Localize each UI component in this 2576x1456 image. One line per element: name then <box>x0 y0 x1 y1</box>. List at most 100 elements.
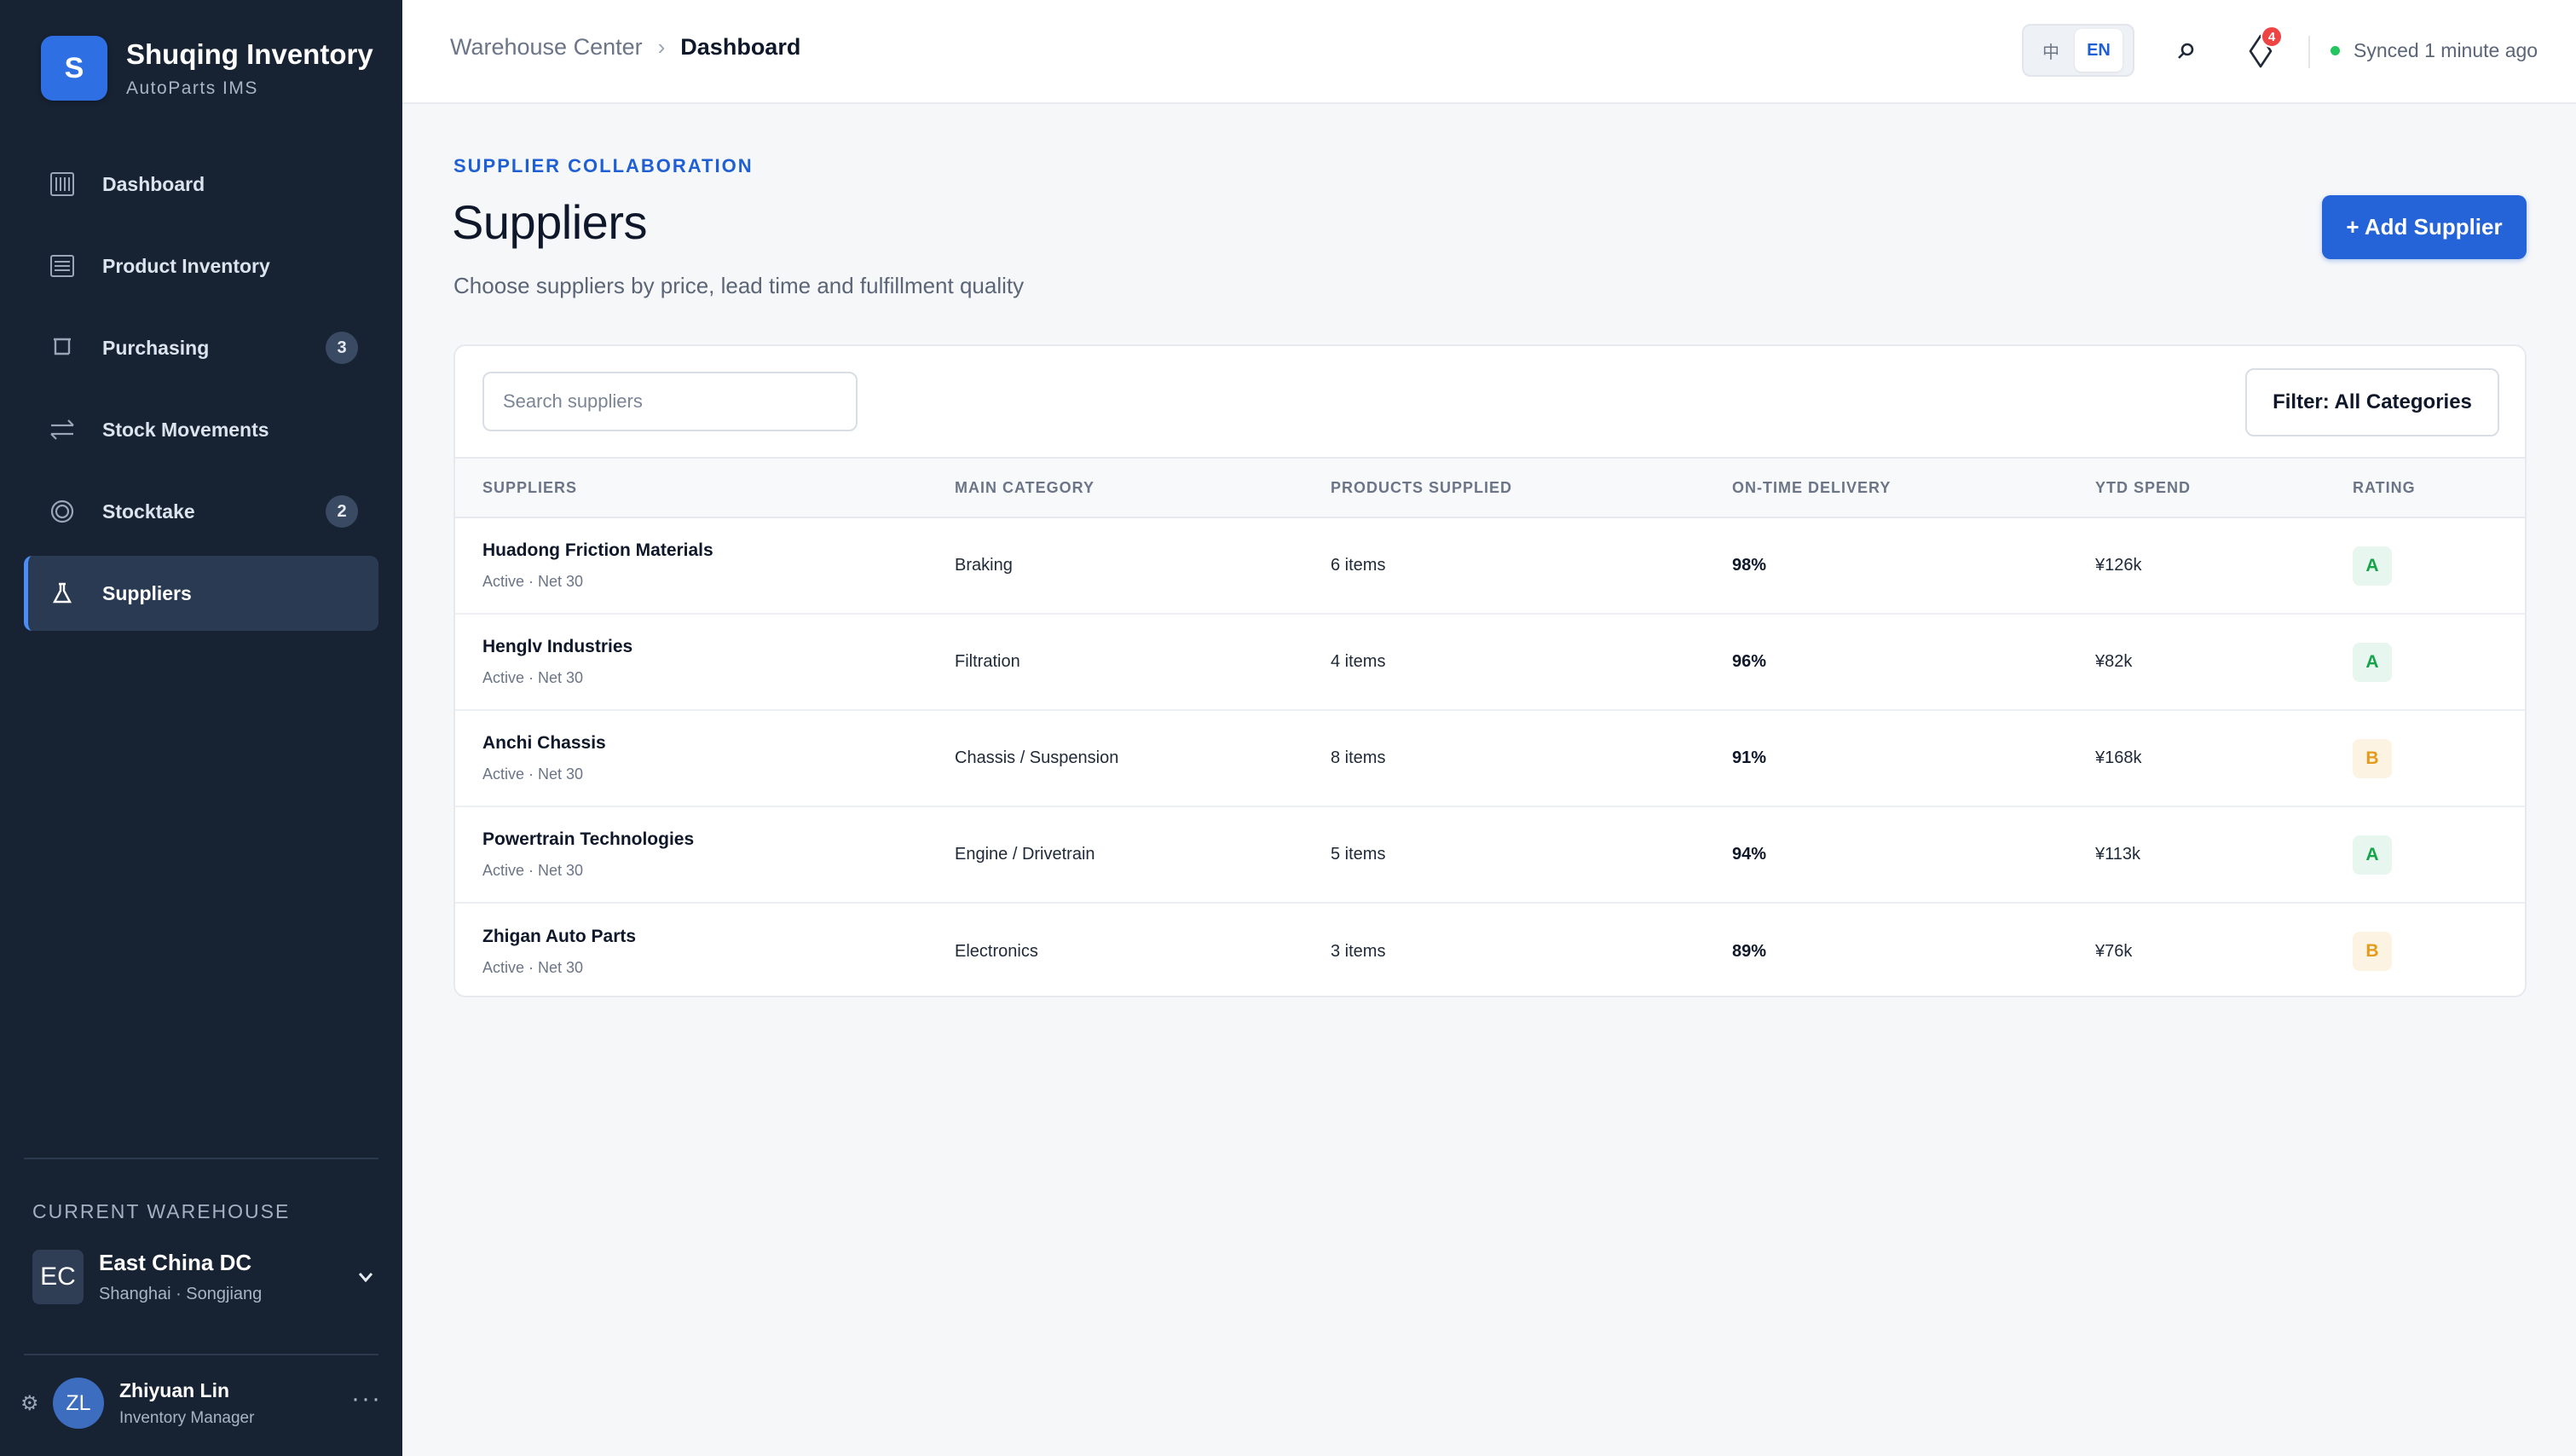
products-supplied: 5 items <box>1331 845 1386 864</box>
supplier-name[interactable]: Zhigan Auto Parts <box>482 927 955 947</box>
search-icon[interactable] <box>2169 34 2203 68</box>
column-header-products-supplied[interactable]: PRODUCTS SUPPLIED <box>1331 458 1732 517</box>
sidebar-item-label: Product Inventory <box>102 254 270 277</box>
rating-badge: A <box>2353 546 2392 586</box>
user-profile[interactable]: ⚙ ZL Zhiyuan Lin Inventory Manager ··· <box>20 1378 382 1429</box>
sidebar-item-suppliers[interactable]: Suppliers <box>24 556 378 631</box>
ytd-spend: ¥82k <box>2095 652 2133 671</box>
sidebar-item-product-inventory[interactable]: Product Inventory <box>24 228 378 303</box>
column-header-ytd-spend[interactable]: YTD SPEND <box>2095 458 2353 517</box>
supplier-name[interactable]: Huadong Friction Materials <box>482 540 955 561</box>
chevron-right-icon: › <box>657 34 666 60</box>
table-row[interactable]: Huadong Friction Materials Active · Net 3… <box>455 517 2525 614</box>
notification-icon[interactable]: 4 <box>2242 26 2283 72</box>
rating-badge: A <box>2353 835 2392 875</box>
warehouse-caption: CURRENT WAREHOUSE <box>32 1200 291 1222</box>
table-row[interactable]: Zhigan Auto Parts Active · Net 30 Electro… <box>455 903 2525 996</box>
main-category: Braking <box>955 556 1013 575</box>
supplier-meta: Active · Net 30 <box>482 669 584 686</box>
rating-badge: B <box>2353 932 2392 971</box>
products-supplied: 6 items <box>1331 556 1386 575</box>
sidebar-item-purchasing[interactable]: Purchasing 3 <box>24 310 378 385</box>
supplier-name[interactable]: Henglv Industries <box>482 637 955 657</box>
on-time-delivery: 89% <box>1732 941 1767 961</box>
lang-en-option[interactable]: EN <box>2075 29 2123 72</box>
products-supplied: 8 items <box>1331 748 1386 767</box>
supplier-name[interactable]: Powertrain Technologies <box>482 829 955 850</box>
column-header-on-time-delivery[interactable]: ON-TIME DELIVERY <box>1732 458 2095 517</box>
grid-icon <box>48 170 77 199</box>
sidebar-item-stock-movements[interactable]: Stock Movements <box>24 392 378 467</box>
sidebar-item-label: Purchasing <box>102 336 210 359</box>
brand-subtitle: AutoParts IMS <box>126 78 258 98</box>
suppliers-table: SUPPLIERS MAIN CATEGORY PRODUCTS SUPPLIE… <box>455 457 2525 996</box>
sidebar-item-stocktake[interactable]: Stocktake 2 <box>24 474 378 549</box>
column-header-rating[interactable]: RATING <box>2353 458 2525 517</box>
brand-logo: S <box>41 36 107 101</box>
sidebar-item-label: Stocktake <box>102 500 195 523</box>
sidebar-divider <box>24 1158 378 1159</box>
products-supplied: 3 items <box>1331 941 1386 961</box>
cart-icon <box>48 333 77 362</box>
main-category: Chassis / Suspension <box>955 748 1119 767</box>
sidebar-item-label: Dashboard <box>102 172 205 195</box>
supplier-meta: Active · Net 30 <box>482 862 584 879</box>
status-dot-icon <box>2331 46 2340 55</box>
warehouse-location: Shanghai · Songjiang <box>99 1285 263 1303</box>
topbar-divider <box>2308 36 2310 68</box>
table-row[interactable]: Powertrain Technologies Active · Net 30 E… <box>455 806 2525 903</box>
warehouse-avatar: EC <box>32 1250 84 1304</box>
on-time-delivery: 91% <box>1732 748 1767 767</box>
chevron-down-icon[interactable] <box>358 1265 373 1289</box>
sidebar: S Shuqing Inventory AutoParts IMS Dashbo… <box>0 0 402 1456</box>
main-category: Electronics <box>955 941 1038 961</box>
rating-badge: A <box>2353 642 2392 682</box>
on-time-delivery: 98% <box>1732 556 1767 575</box>
search-input[interactable] <box>484 373 856 430</box>
column-header-suppliers[interactable]: SUPPLIERS <box>455 458 955 517</box>
supplier-name[interactable]: Anchi Chassis <box>482 733 955 754</box>
breadcrumb: Warehouse Center › Dashboard <box>450 34 800 61</box>
topbar: Warehouse Center › Dashboard 中 EN 4 Sync… <box>402 0 2576 104</box>
brand[interactable]: S Shuqing Inventory AutoParts IMS <box>41 36 373 101</box>
user-role: Inventory Manager <box>119 1408 255 1427</box>
table-row[interactable]: Anchi Chassis Active · Net 30 Chassis / S… <box>455 710 2525 806</box>
sidebar-divider <box>24 1354 378 1355</box>
supplier-meta: Active · Net 30 <box>482 573 584 590</box>
ytd-spend: ¥113k <box>2095 845 2141 864</box>
language-toggle: 中 EN <box>2022 24 2134 77</box>
gear-icon[interactable]: ⚙ <box>20 1391 46 1416</box>
transfer-icon <box>48 415 77 444</box>
table-row[interactable]: Henglv Industries Active · Net 30 Filtrat… <box>455 614 2525 710</box>
more-icon[interactable]: ··· <box>351 1384 382 1413</box>
supplier-meta: Active · Net 30 <box>482 958 584 976</box>
on-time-delivery: 94% <box>1732 845 1767 864</box>
sidebar-item-label: Stock Movements <box>102 418 269 441</box>
page-title: Suppliers <box>452 195 647 249</box>
filter-button[interactable]: Filter: All Categories <box>2245 368 2499 436</box>
sidebar-item-dashboard[interactable]: Dashboard <box>24 147 378 222</box>
add-supplier-button[interactable]: + Add Supplier <box>2322 195 2527 259</box>
brand-title: Shuqing Inventory <box>126 38 373 70</box>
avatar: ZL <box>53 1378 104 1429</box>
sync-status: Synced 1 minute ago <box>2331 39 2538 62</box>
products-supplied: 4 items <box>1331 652 1386 671</box>
notification-badge: 4 <box>2261 26 2283 48</box>
sidebar-item-label: Suppliers <box>102 581 192 604</box>
on-time-delivery: 96% <box>1732 652 1767 671</box>
search-field[interactable] <box>482 372 858 431</box>
lang-zh-option[interactable]: 中 <box>2027 29 2075 72</box>
warehouse-name: East China DC <box>99 1250 252 1275</box>
table-header-row: SUPPLIERS MAIN CATEGORY PRODUCTS SUPPLIE… <box>455 458 2525 517</box>
sync-status-text: Synced 1 minute ago <box>2354 39 2538 61</box>
sidebar-nav: Dashboard Product Inventory Purchasing 3… <box>24 147 378 638</box>
warehouse-switcher[interactable]: EC East China DC Shanghai · Songjiang <box>32 1250 373 1304</box>
rating-badge: B <box>2353 738 2392 778</box>
column-header-main-category[interactable]: MAIN CATEGORY <box>955 458 1331 517</box>
flask-icon <box>48 579 77 608</box>
supplier-meta: Active · Net 30 <box>482 766 584 783</box>
box-icon <box>48 251 77 280</box>
suppliers-card: Filter: All Categories SUPPLIERS MAIN CA… <box>453 344 2527 997</box>
breadcrumb-parent[interactable]: Warehouse Center <box>450 34 643 61</box>
ytd-spend: ¥126k <box>2095 556 2142 575</box>
